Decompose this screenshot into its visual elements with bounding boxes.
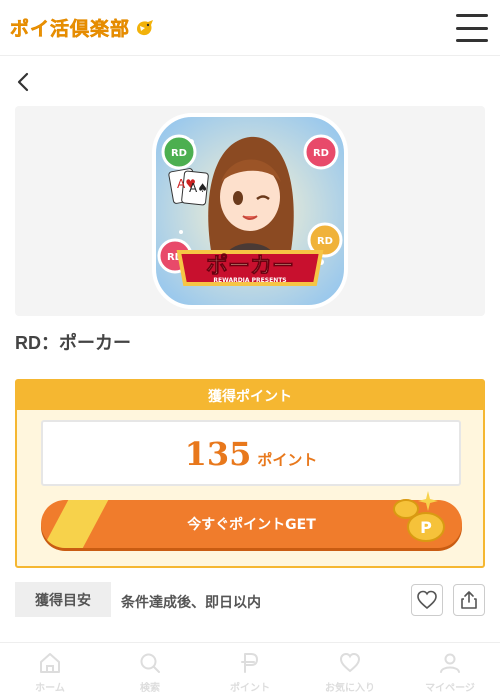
get-points-label: 今すぐポイントGET	[187, 517, 316, 533]
heart-icon	[339, 652, 361, 673]
point-panel-header: 獲得ポイント	[17, 381, 483, 410]
favorite-button[interactable]	[411, 584, 443, 616]
home-icon	[40, 653, 60, 673]
tab-favorites[interactable]: お気に入り	[300, 643, 400, 700]
acquisition-timing-tag: 獲得目安	[15, 582, 111, 617]
tab-search[interactable]: 検索	[100, 643, 200, 700]
tab-points-label: ポイント	[230, 683, 270, 694]
svg-text:ポーカー: ポーカー	[206, 253, 294, 279]
tab-favorites-label: お気に入り	[325, 683, 375, 694]
bottom-tab-bar: ホーム 検索 ポイント お気に入り マイページ	[0, 642, 500, 700]
svg-text:RD: RD	[317, 236, 333, 247]
meta-row: 獲得目安 条件達成後、即日以内	[15, 582, 485, 618]
tab-mypage[interactable]: マイページ	[400, 643, 500, 700]
point-icon	[241, 653, 259, 673]
svg-text:REWARDIA PRESENTS: REWARDIA PRESENTS	[213, 277, 286, 284]
share-icon	[461, 591, 477, 609]
search-icon	[140, 653, 160, 673]
point-value-box: 135 ポイント	[41, 420, 461, 486]
logo-text: ポイ活倶楽部	[10, 18, 131, 41]
svg-text:RD: RD	[171, 148, 187, 159]
tab-mypage-label: マイページ	[425, 683, 475, 694]
point-panel: 獲得ポイント 135 ポイント 今すぐポイントGET P	[15, 379, 485, 568]
poker-app-icon: A♥ A♠ RD RD RD RD ポーカー REWARDIA PRESENTS	[152, 113, 348, 309]
svg-text:A♠: A♠	[189, 181, 208, 195]
bird-icon	[137, 19, 154, 35]
acquisition-timing-text: 条件達成後、即日以内	[121, 595, 261, 611]
svg-text:RD: RD	[313, 148, 329, 159]
tab-home-label: ホーム	[35, 683, 65, 694]
tab-home[interactable]: ホーム	[0, 643, 100, 700]
offer-title: RD：ポーカー	[15, 333, 131, 353]
point-unit: ポイント	[257, 451, 318, 469]
svg-text:P: P	[420, 518, 432, 537]
user-icon	[440, 653, 460, 673]
tab-points[interactable]: ポイント	[200, 643, 300, 700]
coins-icon: P	[393, 491, 445, 542]
share-button[interactable]	[453, 584, 485, 616]
point-amount: 135	[184, 435, 252, 473]
heart-icon	[417, 590, 437, 610]
hamburger-menu-icon[interactable]	[456, 14, 488, 42]
tab-search-label: 検索	[140, 683, 160, 694]
offer-hero: A♥ A♠ RD RD RD RD ポーカー REWARDIA PRESENTS	[15, 106, 485, 316]
chevron-left-icon[interactable]	[14, 70, 34, 94]
header: ポイ活倶楽部	[0, 0, 500, 56]
logo[interactable]: ポイ活倶楽部	[10, 14, 156, 41]
